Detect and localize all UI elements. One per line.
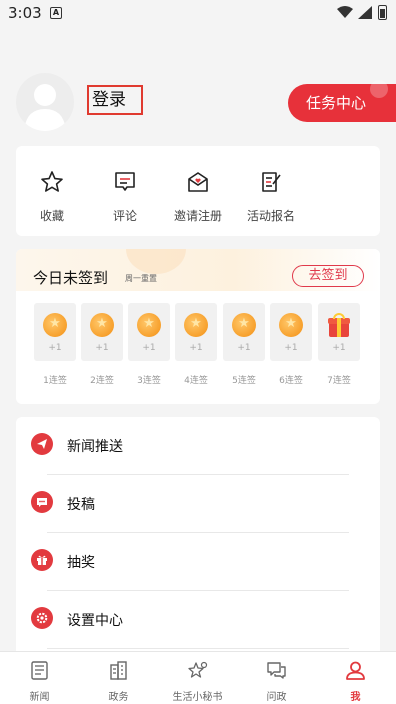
sign-day-reward: +1 <box>189 343 203 353</box>
menu-card: 新闻推送 投稿 抽奖 设置中心 <box>16 417 380 657</box>
go-sign-in-button[interactable]: 去签到 <box>292 265 364 287</box>
nav-tab-inquiry[interactable]: 问政 <box>237 652 316 704</box>
nav-tab-life-assistant[interactable]: 生活小秘书 <box>158 652 237 704</box>
sign-day-reward: +1 <box>284 343 298 353</box>
nav-tab-me[interactable]: 我 <box>316 652 395 704</box>
quick-item-label: 邀请注册 <box>173 209 222 223</box>
nav-tab-label: 问政 <box>266 692 287 703</box>
coin-icon <box>232 313 256 337</box>
gift-icon <box>31 549 53 571</box>
invite-icon <box>188 172 208 192</box>
nav-tab-news[interactable]: 新闻 <box>0 652 79 704</box>
menu-item-label: 抽奖 <box>67 555 95 571</box>
coin-icon <box>184 313 208 337</box>
chat-icon <box>267 662 286 679</box>
avatar[interactable] <box>16 73 74 131</box>
coin-icon <box>137 313 161 337</box>
bottom-nav: 新闻 政务 生活小秘书 问政 我 <box>0 651 396 704</box>
sign-day-label: 7连签 <box>327 376 351 386</box>
gift-box-icon <box>328 313 350 337</box>
building-icon <box>110 661 127 680</box>
menu-item-settings[interactable]: 设置中心 <box>16 591 380 649</box>
sign-day-reward: +1 <box>332 343 346 353</box>
nav-tab-label: 政务 <box>108 692 129 703</box>
sign-day-5: +1 <box>223 303 265 361</box>
decor-bubble <box>370 80 388 98</box>
nav-tab-government[interactable]: 政务 <box>79 652 158 704</box>
star-icon <box>41 171 63 192</box>
sign-day-6: +1 <box>270 303 312 361</box>
wifi-icon <box>337 6 353 18</box>
assistant-icon <box>188 661 208 678</box>
notification-a-icon: A <box>50 7 62 19</box>
signup-icon <box>262 172 281 192</box>
signal-icon <box>358 6 372 19</box>
divider <box>47 648 349 649</box>
sign-in-title: 今日未签到 <box>33 269 109 287</box>
menu-item-news-push[interactable]: 新闻推送 <box>16 417 380 475</box>
menu-item-lottery[interactable]: 抽奖 <box>16 533 380 591</box>
sign-day-label: 1连签 <box>43 376 67 386</box>
coin-icon <box>90 313 114 337</box>
user-silhouette-icon <box>24 84 66 131</box>
sign-day-reward: +1 <box>48 343 62 353</box>
nav-tab-label: 我 <box>350 692 361 703</box>
quick-item-favorites[interactable]: 收藏 <box>17 146 87 236</box>
sign-day-7: +1 <box>318 303 360 361</box>
task-center-label: 任务中心 <box>306 94 367 112</box>
menu-item-label: 设置中心 <box>67 613 123 629</box>
quick-item-signup[interactable]: 活动报名 <box>236 146 306 236</box>
sign-day-label: 5连签 <box>232 376 256 386</box>
sign-day-reward: +1 <box>237 343 251 353</box>
nav-tab-label: 新闻 <box>29 692 50 703</box>
sign-day-2: +1 <box>81 303 123 361</box>
nav-tab-label: 生活小秘书 <box>172 692 223 703</box>
quick-actions-card: 收藏 评论 邀请注册 活动报名 <box>16 146 380 236</box>
task-center-button[interactable]: 任务中心 <box>288 80 396 122</box>
news-icon <box>31 661 48 680</box>
sign-day-label: 6连签 <box>279 376 303 386</box>
menu-item-submit[interactable]: 投稿 <box>16 475 380 533</box>
battery-icon <box>378 5 387 20</box>
menu-item-label: 新闻推送 <box>67 439 123 455</box>
sign-day-4: +1 <box>175 303 217 361</box>
quick-item-label: 活动报名 <box>246 209 295 223</box>
sign-day-label: 4连签 <box>184 376 208 386</box>
status-time: 3:03 <box>8 4 42 22</box>
menu-item-label: 投稿 <box>67 497 95 513</box>
sign-day-label: 2连签 <box>90 376 114 386</box>
message-icon <box>31 491 53 513</box>
sign-in-subtitle: 周一重置 <box>125 274 157 283</box>
quick-item-label: 评论 <box>112 209 137 223</box>
login-button[interactable]: 登录 <box>87 85 143 115</box>
quick-item-label: 收藏 <box>39 209 64 223</box>
quick-item-comments[interactable]: 评论 <box>90 146 160 236</box>
sign-day-reward: +1 <box>142 343 156 353</box>
sign-day-1: +1 <box>34 303 76 361</box>
settings-icon <box>31 607 53 629</box>
coin-icon <box>279 313 303 337</box>
sign-in-card: 今日未签到 周一重置 去签到 +1 +1 +1 +1 +1 +1 +1 1连签 … <box>16 249 380 404</box>
comment-icon <box>115 172 135 191</box>
user-icon <box>346 661 365 680</box>
sign-day-3: +1 <box>128 303 170 361</box>
sign-day-label: 3连签 <box>137 376 161 386</box>
sign-day-reward: +1 <box>95 343 109 353</box>
quick-item-invite[interactable]: 邀请注册 <box>163 146 233 236</box>
coin-icon <box>43 313 67 337</box>
send-icon <box>31 433 53 455</box>
status-bar: 3:03 A <box>0 0 396 26</box>
